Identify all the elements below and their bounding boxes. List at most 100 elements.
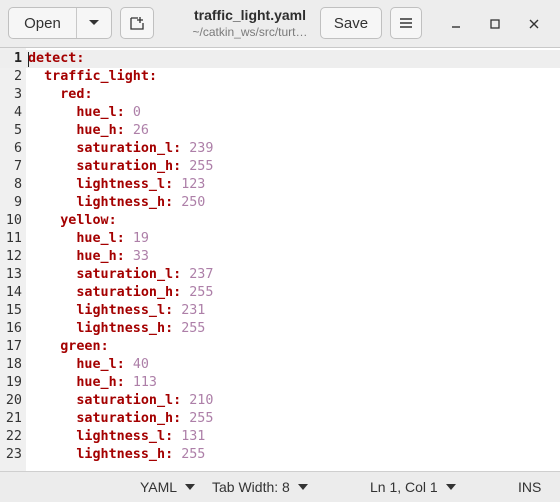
yaml-colon: : bbox=[165, 177, 174, 192]
code-line[interactable]: 14 saturation_h: 255 bbox=[0, 284, 560, 302]
line-code: lightness_l: 123 bbox=[28, 176, 205, 194]
yaml-colon: : bbox=[116, 249, 125, 264]
yaml-key: traffic_light bbox=[44, 69, 149, 84]
line-number: 14 bbox=[5, 285, 22, 300]
yaml-colon: : bbox=[76, 51, 85, 66]
yaml-value: 231 bbox=[181, 303, 206, 318]
code-line[interactable]: 7 saturation_h: 255 bbox=[0, 158, 560, 176]
yaml-value: 131 bbox=[181, 429, 206, 444]
line-number: 16 bbox=[5, 321, 22, 336]
yaml-colon: : bbox=[116, 105, 125, 120]
yaml-colon: : bbox=[116, 231, 125, 246]
yaml-value: 239 bbox=[189, 141, 214, 156]
close-button[interactable] bbox=[524, 14, 544, 34]
code-line[interactable]: 23 lightness_h: 255 bbox=[0, 446, 560, 464]
code-line[interactable]: 5 hue_h: 26 bbox=[0, 122, 560, 140]
line-code: lightness_l: 131 bbox=[28, 428, 205, 446]
code-line[interactable]: 20 saturation_l: 210 bbox=[0, 392, 560, 410]
main-menu-button[interactable] bbox=[390, 7, 422, 39]
yaml-value: 113 bbox=[132, 375, 157, 390]
text-editor[interactable]: 1 detect: 2 traffic_light: 3 red: 4 hue_l: 0… bbox=[0, 48, 560, 471]
language-selector[interactable]: YAML bbox=[140, 472, 196, 502]
window-title-area: traffic_light.yaml ~/catkin_ws/src/turt… bbox=[160, 6, 340, 40]
code-line[interactable]: 15 lightness_l: 231 bbox=[0, 302, 560, 320]
chevron-down-icon bbox=[185, 484, 196, 490]
code-line[interactable]: 13 saturation_l: 237 bbox=[0, 266, 560, 284]
line-number: 17 bbox=[5, 339, 22, 354]
yaml-colon: : bbox=[173, 267, 182, 282]
code-line[interactable]: 8 lightness_l: 123 bbox=[0, 176, 560, 194]
yaml-value: 40 bbox=[132, 357, 149, 372]
code-line[interactable]: 4 hue_l: 0 bbox=[0, 104, 560, 122]
code-line[interactable]: 1 detect: bbox=[0, 50, 560, 68]
yaml-key: lightness_h bbox=[76, 447, 166, 462]
yaml-key: hue_h bbox=[76, 375, 117, 390]
code-line[interactable]: 16 lightness_h: 255 bbox=[0, 320, 560, 338]
chevron-down-icon bbox=[89, 20, 99, 25]
line-code: hue_h: 113 bbox=[28, 374, 157, 392]
language-label: YAML bbox=[140, 479, 178, 495]
text-cursor bbox=[28, 52, 29, 67]
yaml-value: 255 bbox=[189, 285, 214, 300]
save-button[interactable]: Save bbox=[320, 7, 382, 39]
code-line[interactable]: 6 saturation_l: 239 bbox=[0, 140, 560, 158]
line-code: saturation_l: 210 bbox=[28, 392, 213, 410]
code-line[interactable]: 12 hue_h: 33 bbox=[0, 248, 560, 266]
yaml-value: 255 bbox=[181, 447, 206, 462]
yaml-key: lightness_h bbox=[76, 195, 166, 210]
line-number: 23 bbox=[5, 447, 22, 462]
code-line[interactable]: 3 red: bbox=[0, 86, 560, 104]
yaml-value: 255 bbox=[189, 159, 214, 174]
line-number: 15 bbox=[5, 303, 22, 318]
code-line[interactable]: 19 hue_h: 113 bbox=[0, 374, 560, 392]
code-line[interactable]: 11 hue_l: 19 bbox=[0, 230, 560, 248]
line-number: 7 bbox=[13, 159, 22, 174]
yaml-colon: : bbox=[173, 159, 182, 174]
minimize-button[interactable] bbox=[446, 14, 466, 34]
yaml-colon: : bbox=[108, 213, 117, 228]
line-code: hue_l: 0 bbox=[28, 104, 141, 122]
line-number: 9 bbox=[13, 195, 22, 210]
maximize-button[interactable] bbox=[485, 14, 505, 34]
yaml-colon: : bbox=[165, 321, 174, 336]
yaml-key: lightness_h bbox=[76, 321, 166, 336]
yaml-key: detect bbox=[28, 51, 77, 66]
yaml-key: yellow bbox=[60, 213, 109, 228]
code-line[interactable]: 2 traffic_light: bbox=[0, 68, 560, 86]
code-line[interactable]: 18 hue_l: 40 bbox=[0, 356, 560, 374]
line-number: 18 bbox=[5, 357, 22, 372]
code-line[interactable]: 17 green: bbox=[0, 338, 560, 356]
line-code: hue_h: 33 bbox=[28, 248, 149, 266]
header-bar: Open traffic_light.yaml ~/catkin_ws/src/… bbox=[0, 0, 560, 48]
code-line[interactable]: 22 lightness_l: 131 bbox=[0, 428, 560, 446]
yaml-value: 255 bbox=[181, 321, 206, 336]
line-code: saturation_l: 237 bbox=[28, 266, 213, 284]
code-line[interactable]: 10 yellow: bbox=[0, 212, 560, 230]
yaml-value: 33 bbox=[132, 249, 149, 264]
new-tab-button[interactable] bbox=[120, 7, 154, 39]
yaml-key: lightness_l bbox=[76, 177, 166, 192]
cursor-position-selector[interactable]: Ln 1, Col 1 bbox=[370, 472, 456, 502]
yaml-key: saturation_h bbox=[76, 411, 174, 426]
hamburger-menu-icon bbox=[400, 18, 412, 28]
code-line[interactable]: 21 saturation_h: 255 bbox=[0, 410, 560, 428]
yaml-colon: : bbox=[173, 141, 182, 156]
line-number: 22 bbox=[5, 429, 22, 444]
line-number: 2 bbox=[13, 69, 22, 84]
open-recent-dropdown-button[interactable] bbox=[77, 8, 111, 38]
yaml-colon: : bbox=[173, 393, 182, 408]
tab-width-selector[interactable]: Tab Width: 8 bbox=[212, 472, 308, 502]
code-line[interactable]: 9 lightness_h: 250 bbox=[0, 194, 560, 212]
open-button[interactable]: Open bbox=[9, 8, 77, 38]
window-subtitle: ~/catkin_ws/src/turt… bbox=[192, 25, 308, 39]
close-icon bbox=[529, 19, 539, 29]
line-code: hue_l: 40 bbox=[28, 356, 149, 374]
line-number: 5 bbox=[13, 123, 22, 138]
